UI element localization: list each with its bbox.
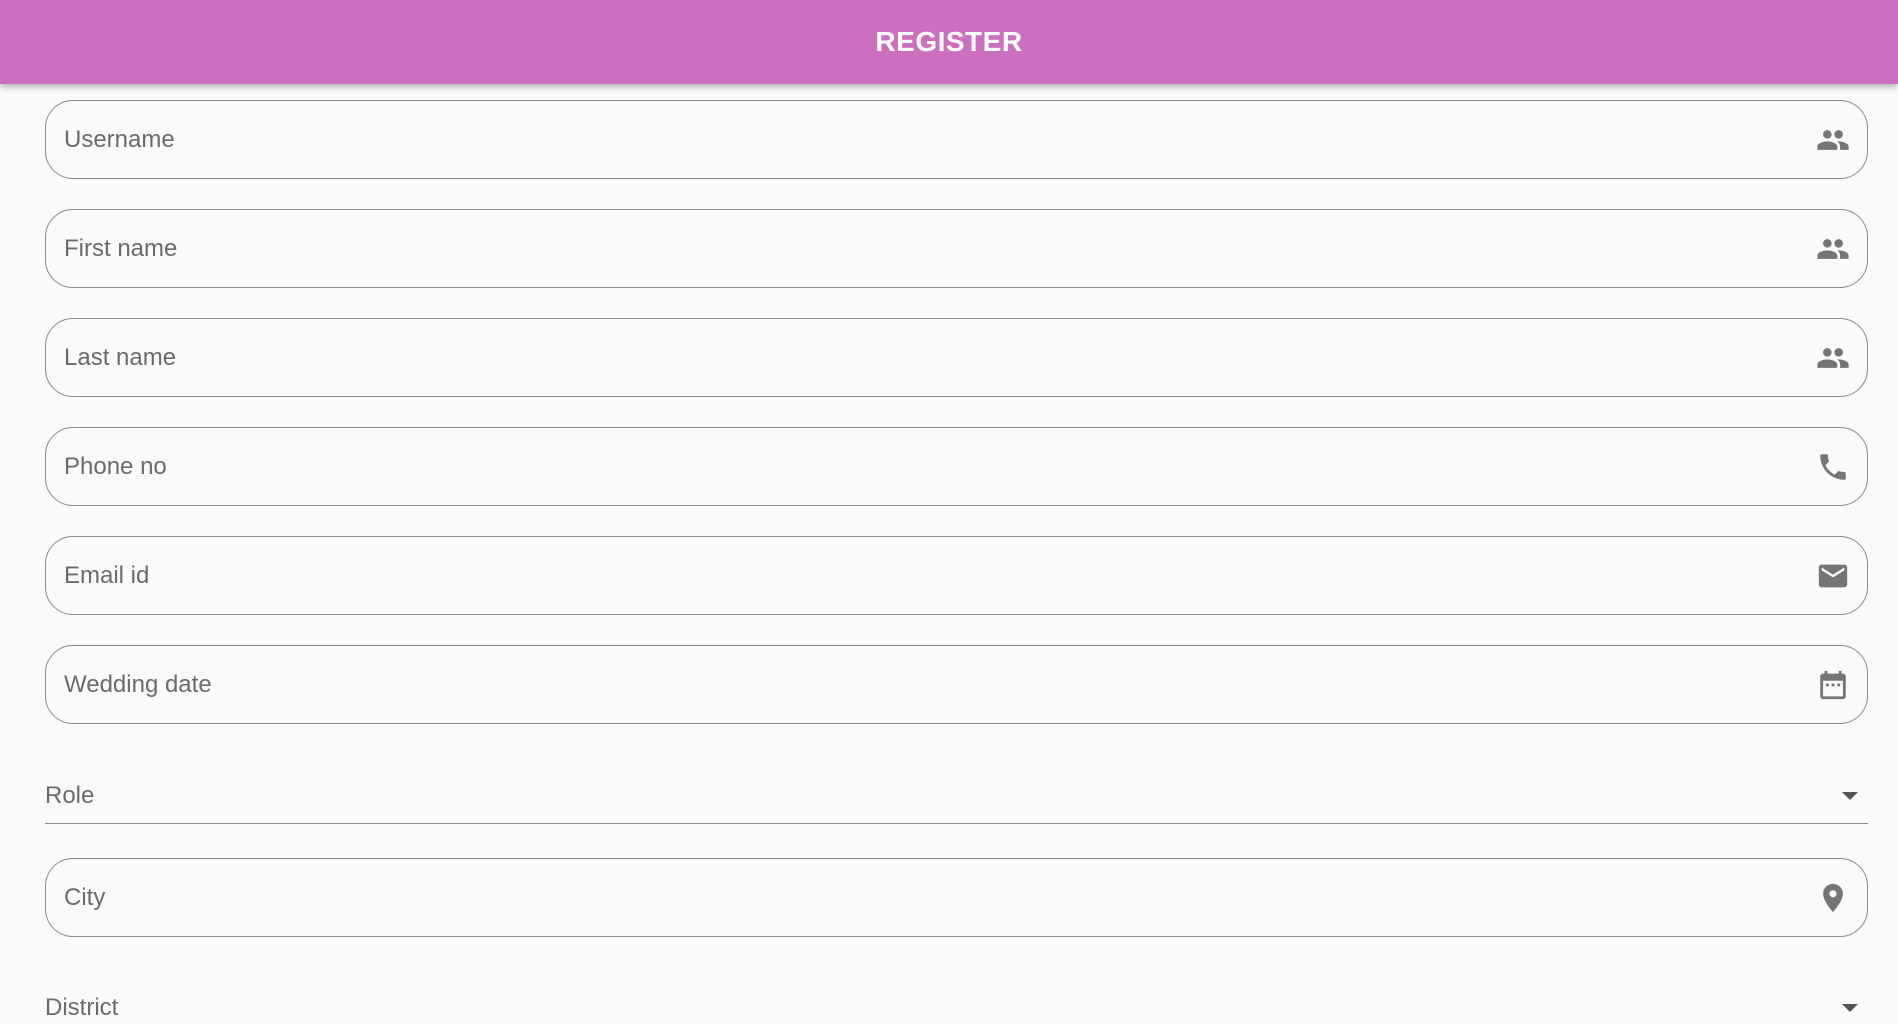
dropdown-arrow-icon bbox=[1842, 791, 1858, 800]
register-form: Role District bbox=[0, 84, 1898, 1024]
app-bar: REGISTER bbox=[0, 0, 1898, 84]
district-label: District bbox=[45, 994, 119, 1021]
wedding-date-input[interactable] bbox=[46, 646, 1815, 723]
phone-field[interactable] bbox=[45, 427, 1868, 506]
people-icon bbox=[1815, 340, 1851, 376]
district-dropdown[interactable]: District bbox=[45, 966, 1868, 1024]
first-name-input[interactable] bbox=[46, 210, 1815, 287]
location-pin-icon bbox=[1815, 880, 1851, 916]
phone-icon bbox=[1815, 449, 1851, 485]
page-title: REGISTER bbox=[875, 26, 1023, 57]
calendar-icon[interactable] bbox=[1815, 667, 1851, 703]
people-icon bbox=[1815, 231, 1851, 267]
city-input[interactable] bbox=[46, 859, 1815, 936]
email-field[interactable] bbox=[45, 536, 1868, 615]
last-name-field[interactable] bbox=[45, 318, 1868, 397]
first-name-field[interactable] bbox=[45, 209, 1868, 288]
people-icon bbox=[1815, 122, 1851, 158]
phone-input[interactable] bbox=[46, 428, 1815, 505]
role-dropdown[interactable]: Role bbox=[45, 754, 1868, 824]
username-input[interactable] bbox=[46, 101, 1815, 178]
role-label: Role bbox=[45, 781, 95, 809]
mail-icon bbox=[1815, 558, 1851, 594]
dropdown-arrow-icon bbox=[1842, 1004, 1858, 1012]
email-input[interactable] bbox=[46, 537, 1815, 614]
city-field[interactable] bbox=[45, 858, 1868, 937]
username-field[interactable] bbox=[45, 100, 1868, 179]
last-name-input[interactable] bbox=[46, 319, 1815, 396]
wedding-date-field[interactable] bbox=[45, 645, 1868, 724]
